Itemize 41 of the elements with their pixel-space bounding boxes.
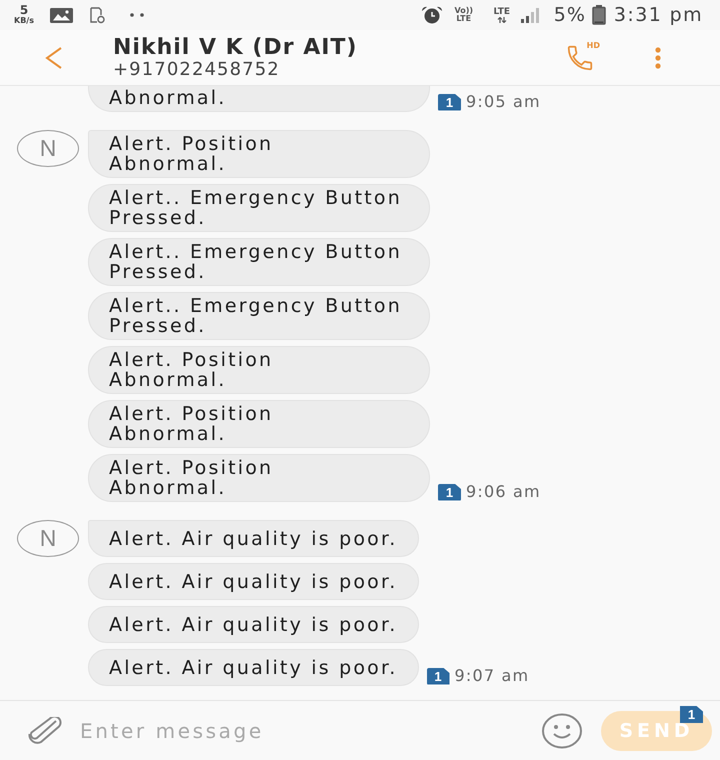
- phone-number: +917022458752: [113, 60, 281, 80]
- chevron-left-icon: [45, 46, 63, 68]
- message-bubble: Alert. Position Abnormal.: [88, 454, 430, 502]
- smiley-icon: [542, 712, 582, 748]
- battery-icon: [592, 5, 606, 25]
- message-bubble: Alert.. Emergency Button Pressed.: [88, 292, 430, 340]
- emoji-button[interactable]: [540, 710, 584, 750]
- message-bubble: Alert. Air quality is poor.: [88, 606, 419, 643]
- image-icon: [50, 8, 73, 22]
- contact-avatar[interactable]: N: [17, 130, 79, 167]
- network-type-label: LTE: [493, 8, 510, 16]
- volte-indicator: Vo)) LTE: [453, 7, 474, 23]
- call-button[interactable]: HD: [558, 38, 602, 78]
- contact-avatar[interactable]: N: [17, 520, 79, 557]
- message-time: 9:07 am: [454, 667, 530, 685]
- message-time: 9:05 am: [466, 93, 541, 111]
- dots-icon: [130, 13, 144, 17]
- clock-time: 3:31 pm: [614, 4, 703, 26]
- document-icon: [90, 6, 105, 24]
- battery-percentage: 5%: [554, 4, 586, 26]
- sim-indicator: 1: [438, 94, 461, 110]
- network-speed-value: 5: [20, 5, 28, 16]
- data-arrows-icon: [496, 16, 507, 22]
- message-input[interactable]: Enter message: [80, 712, 540, 748]
- message-bubble: Abnormal.: [88, 86, 430, 112]
- network-speed-unit: KB/s: [14, 16, 34, 25]
- sim-indicator: 1: [680, 706, 703, 723]
- alarm-clock-icon: [420, 6, 443, 24]
- message-bubble: Alert. Position Abnormal.: [88, 400, 430, 448]
- sim-indicator: 1: [426, 668, 450, 684]
- message-bubble: Alert.. Emergency Button Pressed.: [88, 238, 430, 286]
- sim-indicator: 1: [438, 484, 461, 500]
- message-bubble: Alert. Air quality is poor.: [88, 563, 419, 600]
- more-options-icon: [655, 46, 661, 68]
- message-bubble: Alert. Air quality is poor.: [88, 649, 419, 686]
- message-bubble: Alert. Position Abnormal.: [88, 130, 430, 178]
- message-bubble: Alert. Position Abnormal.: [88, 346, 430, 394]
- contact-name: Nikhil V K (Dr AIT): [113, 36, 358, 60]
- message-bubble: Alert.. Emergency Button Pressed.: [88, 184, 430, 232]
- message-time: 9:06 am: [466, 483, 541, 501]
- message-bubble: Alert. Air quality is poor.: [88, 520, 419, 557]
